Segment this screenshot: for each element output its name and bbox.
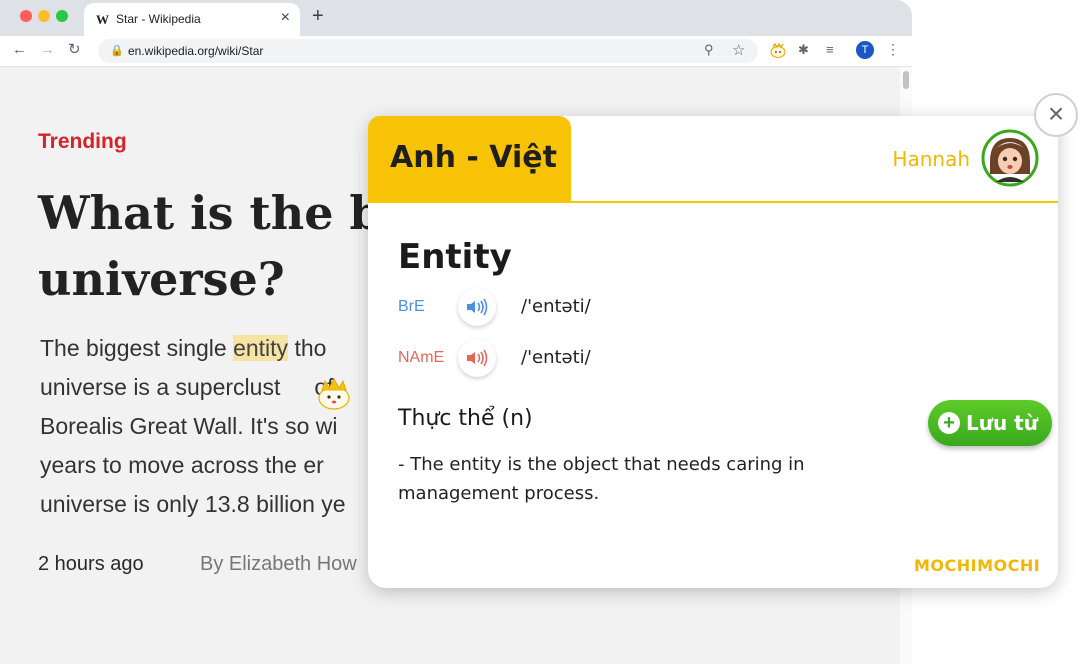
star-icon[interactable]: ☆ — [732, 41, 745, 59]
author-byline[interactable]: By Elizabeth How — [200, 553, 357, 576]
body-line-2: universe is a superclustof — [40, 374, 334, 401]
headline-line-1: What is the bi — [38, 186, 400, 240]
wikipedia-favicon-icon: W — [96, 12, 109, 27]
avatar[interactable] — [980, 128, 1040, 188]
page-title: What is the bi universe? — [38, 180, 399, 312]
address-bar[interactable]: 🔒 en.wikipedia.org/wiki/Star ⚲ ☆ — [98, 39, 758, 63]
url-text[interactable]: en.wikipedia.org/wiki/Star — [128, 44, 263, 58]
accent-bre-label: BrE — [398, 298, 425, 315]
user-name: Hannah — [892, 147, 970, 171]
back-arrow-icon[interactable]: ← — [12, 40, 27, 60]
timestamp: 2 hours ago — [38, 553, 144, 575]
entry-word: Entity — [398, 237, 512, 277]
mochi-extension-icon[interactable] — [770, 42, 786, 62]
mochi-mascot-icon[interactable] — [316, 375, 352, 411]
ipa-name: /'entəti/ — [521, 347, 591, 368]
language-pair-label: Anh - Việt — [390, 140, 557, 175]
maximize-window-button[interactable] — [56, 10, 68, 22]
body-line-4: years to move across the er — [40, 452, 324, 478]
body-text: The biggest single — [40, 335, 234, 361]
definition-text: - The entity is the object that needs ca… — [398, 454, 805, 504]
ipa-bre: /'entəti/ — [521, 296, 591, 317]
tab-star-wikipedia[interactable]: W Star - Wikipedia × — [84, 3, 300, 36]
forward-arrow-icon[interactable]: → — [40, 40, 55, 60]
body-text: tho — [288, 335, 327, 361]
media-icon[interactable]: ≡ — [826, 42, 834, 58]
meaning-heading: Thực thể (n) — [398, 406, 533, 431]
close-window-button[interactable] — [20, 10, 32, 22]
browser-toolbar: ← → ↻ 🔒 en.wikipedia.org/wiki/Star ⚲ ☆ ✱… — [0, 36, 912, 67]
dictionary-popup: Anh - Việt Hannah × Entity BrE /'entəti/… — [368, 93, 1078, 588]
plus-icon: + — [938, 412, 960, 434]
profile-avatar[interactable]: T — [856, 41, 874, 59]
save-word-button[interactable]: + Lưu từ — [928, 400, 1052, 446]
category-label[interactable]: Trending — [38, 130, 127, 154]
tab-title: Star - Wikipedia — [116, 12, 201, 26]
new-tab-button[interactable]: + — [312, 5, 324, 27]
language-pair-tab[interactable]: Anh - Việt — [368, 116, 571, 203]
headline-line-2: universe? — [38, 252, 285, 306]
puzzle-icon[interactable]: ✱ — [798, 42, 809, 58]
scroll-thumb[interactable] — [903, 71, 909, 89]
tab-close-icon[interactable]: × — [281, 9, 290, 27]
body-line-3: Borealis Great Wall. It's so wi — [40, 413, 338, 439]
reload-icon[interactable]: ↻ — [68, 40, 81, 60]
close-popup-button[interactable]: × — [1034, 93, 1078, 137]
speaker-name-button[interactable] — [458, 339, 496, 377]
speaker-icon — [467, 349, 488, 367]
speaker-bre-button[interactable] — [458, 288, 496, 326]
body-line-5: universe is only 13.8 billion ye — [40, 491, 346, 517]
header-divider — [571, 201, 1058, 203]
brand-logo: MOCHIMOCHI — [914, 556, 1041, 575]
body-line-1: The biggest single entity tho — [40, 335, 326, 362]
menu-dots-icon[interactable]: ⋮ — [886, 41, 900, 58]
highlighted-word[interactable]: entity — [233, 335, 289, 361]
speaker-icon — [467, 298, 488, 316]
save-word-label: Lưu từ — [966, 411, 1038, 435]
accent-name-label: NAmE — [398, 349, 445, 366]
tab-strip: W Star - Wikipedia × + — [0, 0, 912, 36]
minimize-window-button[interactable] — [38, 10, 50, 22]
lock-icon[interactable]: 🔒 — [110, 44, 124, 57]
zoom-icon[interactable]: ⚲ — [704, 42, 714, 58]
body-text: universe is a superclust — [40, 374, 281, 400]
